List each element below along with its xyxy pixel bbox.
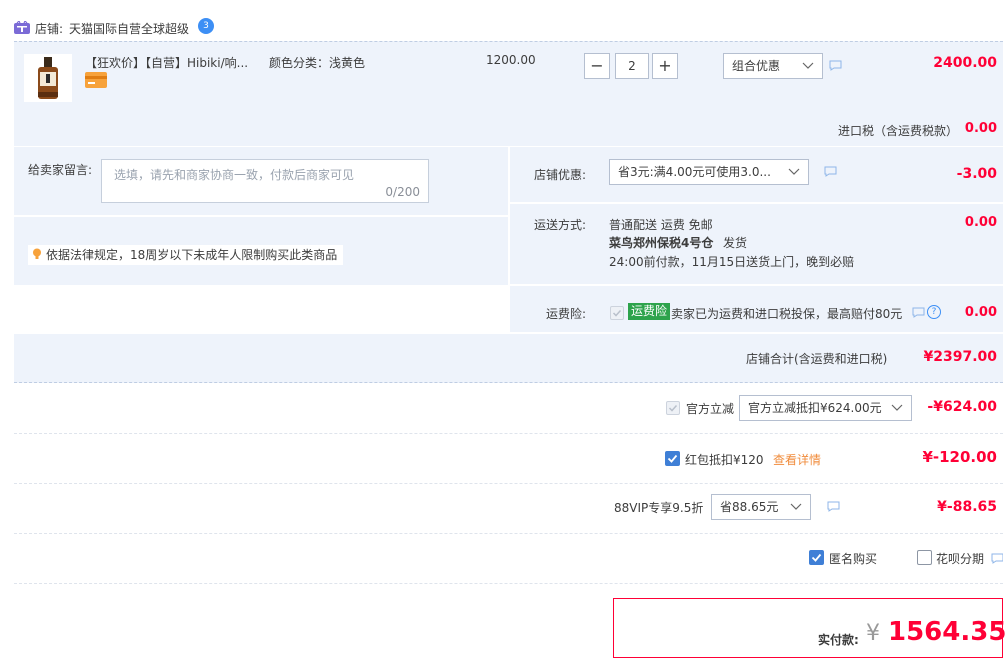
plus-icon: + [658, 56, 672, 75]
insurance-tag: 运费险 [628, 303, 671, 320]
insurance-text: 卖家已为运费和进口税投保，最高赔付80元 [671, 307, 903, 321]
divider [14, 583, 1003, 584]
product-thumbnail[interactable] [24, 54, 72, 102]
payment-amount: 1564.35 [888, 617, 1006, 647]
anonymous-purchase-checkbox[interactable] [809, 550, 824, 565]
unit-price: 1200.00 [486, 53, 536, 67]
lightbulb-icon [32, 246, 42, 266]
tmall-shop-icon [14, 19, 30, 37]
check-icon [668, 404, 678, 412]
shipping-warehouse: 菜鸟郑州保税4号仓 [609, 236, 714, 250]
store-coupon-label: 店铺优惠: [534, 168, 587, 182]
shipping-label: 运送方式: [534, 218, 587, 232]
combo-promo-select[interactable]: 组合优惠 [723, 53, 823, 79]
shop-header: 店铺: 天猫国际自营全球超级 3 [14, 16, 514, 38]
shop-badge-count: 3 [203, 21, 209, 31]
official-discount-amount: -¥624.00 [927, 399, 997, 415]
installment-checkbox[interactable] [917, 550, 932, 565]
import-tax-label: 进口税（含运费税款） [838, 124, 959, 138]
chevron-down-icon [790, 495, 802, 519]
payment-currency: ¥ [866, 621, 880, 646]
product-sku: 颜色分类：浅黄色 [269, 56, 366, 70]
shipping-fee: 0.00 [964, 215, 997, 230]
shop-total-value: ¥2397.00 [923, 349, 997, 365]
official-discount-label: 官方立减 [686, 402, 735, 416]
product-title-link[interactable]: 【狂欢价】【自营】Hibiki/响... [85, 54, 248, 71]
shop-label: 店铺: [35, 22, 64, 36]
chevron-down-icon [802, 54, 814, 78]
whisky-bottle-image [38, 57, 58, 99]
quantity-plus-button[interactable]: + [652, 53, 678, 79]
quantity-value: 2 [628, 59, 636, 73]
store-coupon-amount: -3.00 [956, 166, 997, 182]
message-counter: 0/200 [385, 185, 420, 199]
divider [14, 483, 1003, 484]
insurance-value: 0.00 [964, 305, 997, 320]
official-discount-checkbox[interactable] [666, 401, 680, 415]
official-discount-value: 官方立减抵扣¥624.00元 [748, 401, 882, 415]
shipping-method: 普通配送 运费 免邮 [609, 218, 713, 232]
chevron-down-icon [891, 396, 903, 420]
combo-promo-value: 组合优惠 [732, 59, 781, 73]
import-tax-value: 0.00 [964, 121, 997, 136]
red-packet-details-link[interactable]: 查看详情 [773, 451, 821, 468]
quantity-input[interactable]: 2 [615, 53, 649, 79]
quantity-minus-button[interactable]: − [584, 53, 610, 79]
minus-icon: − [590, 56, 604, 75]
red-packet-amount: ¥-120.00 [922, 448, 997, 466]
chat-icon[interactable] [824, 166, 837, 177]
shop-name-link[interactable]: 天猫国际自营全球超级 [69, 20, 189, 37]
chat-icon[interactable] [827, 501, 840, 512]
shipping-dispatch: 发货 [723, 236, 748, 250]
check-icon [612, 309, 622, 317]
vip-discount-label: 88VIP专享9.5折 [614, 501, 704, 515]
divider [14, 533, 1003, 534]
store-coupon-value: 省3元:满4.00元可使用3.0... [618, 165, 771, 179]
payment-label: 实付款: [818, 633, 859, 647]
chevron-down-icon [788, 160, 800, 184]
message-placeholder: 选填，请先和商家协商一致，付款后商家可见 [114, 168, 355, 182]
vip-discount-amount: ¥-88.65 [937, 499, 997, 515]
legal-notice-text: 依据法律规定，18周岁以下未成年人限制购买此类商品 [46, 248, 338, 262]
shipping-delivery-promise: 24:00前付款，11月15日送货上门，晚到必赔 [609, 255, 855, 269]
check-icon [667, 454, 678, 463]
red-packet-label: 红包抵扣¥120 [685, 453, 764, 467]
item-total: 2400.00 [933, 55, 997, 71]
red-packet-checkbox[interactable] [665, 451, 680, 466]
credit-card-icon [85, 72, 107, 91]
insurance-checkbox[interactable] [610, 306, 624, 320]
insurance-label: 运费险: [546, 307, 587, 321]
store-coupon-select[interactable]: 省3元:满4.00元可使用3.0... [609, 159, 809, 185]
payment-summary-box: 实付款: ¥ 1564.35 [613, 598, 1006, 658]
legal-notice: 依据法律规定，18周岁以下未成年人限制购买此类商品 [28, 245, 344, 266]
shop-total-label: 店铺合计(含运费和进口税) [746, 352, 888, 366]
seller-message-input[interactable]: 选填，请先和商家协商一致，付款后商家可见 0/200 [101, 159, 429, 203]
official-discount-select[interactable]: 官方立减抵扣¥624.00元 [739, 395, 912, 421]
chat-icon[interactable] [829, 60, 842, 71]
help-icon[interactable]: ? [927, 305, 941, 319]
divider [14, 433, 1003, 434]
chat-icon[interactable] [912, 307, 925, 318]
vip-discount-select[interactable]: 省88.65元 [711, 494, 811, 520]
chat-icon[interactable] [991, 553, 1003, 564]
anonymous-purchase-label: 匿名购买 [829, 552, 878, 566]
message-label: 给卖家留言: [28, 163, 93, 177]
vip-discount-value: 省88.65元 [720, 500, 779, 514]
check-icon [811, 553, 822, 562]
shop-chat-badge-icon[interactable]: 3 [198, 18, 214, 34]
installment-label: 花呗分期 [936, 552, 985, 566]
